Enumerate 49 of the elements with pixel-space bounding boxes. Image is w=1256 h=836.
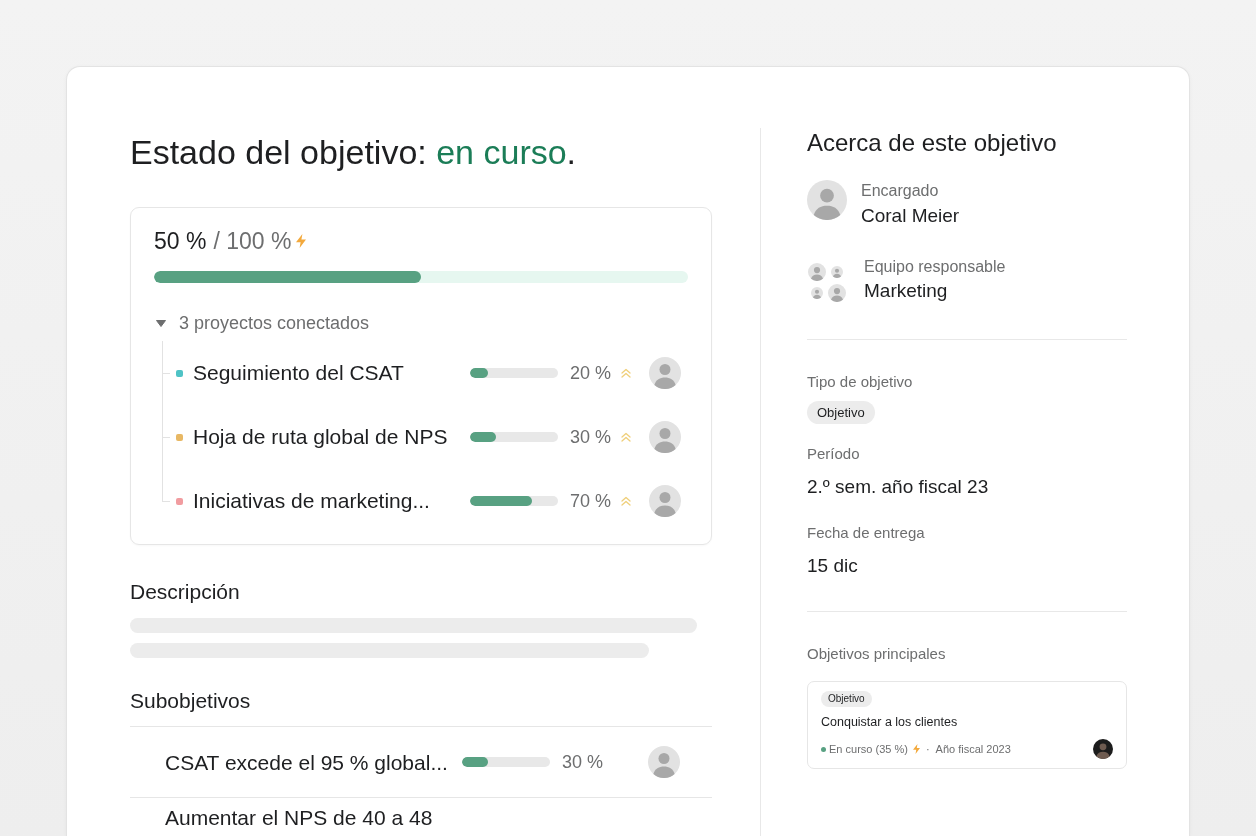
field-value: 15 dic xyxy=(807,554,858,578)
lightning-icon xyxy=(296,234,307,248)
goal-type-tag: Objetivo xyxy=(807,401,875,424)
status-dot-icon xyxy=(821,746,826,752)
field-label: Encargado xyxy=(861,181,939,201)
field-value: 2.º sem. año fiscal 23 xyxy=(807,475,989,499)
goal-period: Año fiscal 2023 xyxy=(935,742,1011,756)
avatar-icon xyxy=(649,357,681,389)
project-name[interactable]: Seguimiento del CSAT xyxy=(193,360,458,386)
project-name[interactable]: Hoja de ruta global de NPS xyxy=(193,424,458,450)
section-heading: Descripción xyxy=(130,580,240,604)
goal-status: En curso (35 %) xyxy=(829,742,908,756)
progress-percent: 30 % xyxy=(562,751,605,773)
progress-percent: 70 % xyxy=(570,490,613,512)
double-chevron-up-icon xyxy=(621,496,631,506)
field-label: Fecha de entrega xyxy=(807,524,925,542)
avatar-icon xyxy=(811,286,823,299)
panel-title: Acerca de este objetivo xyxy=(807,129,1057,157)
subgoal-name[interactable]: Aumentar el NPS de 40 a 48 xyxy=(165,806,433,829)
avatar-icon xyxy=(808,262,826,281)
parent-goal-name: Conquistar a los clientes xyxy=(821,714,958,731)
progress-percent: 20 % xyxy=(570,362,613,384)
double-chevron-up-icon xyxy=(621,368,631,378)
projects-toggle[interactable]: 3 proyectos conectados xyxy=(154,312,370,334)
field-label: Tipo de objetivo xyxy=(807,373,913,391)
avatar-icon xyxy=(648,746,680,778)
field-label: Período xyxy=(807,445,860,463)
page-title: Estado del objetivo: en curso. xyxy=(130,132,577,172)
section-label: Objetivos principales xyxy=(807,645,946,663)
progress-percent: 30 % xyxy=(570,426,613,448)
progress-target: / 100 % xyxy=(213,227,292,255)
field-label: Equipo responsable xyxy=(864,257,1006,277)
avatar-icon xyxy=(649,485,681,517)
goal-type-tag: Objetivo xyxy=(821,691,872,707)
avatar-icon xyxy=(831,265,843,278)
progress-value: 50 % xyxy=(154,227,207,255)
avatar-icon xyxy=(1093,739,1113,759)
avatar-icon xyxy=(807,180,847,220)
avatar-icon xyxy=(649,421,681,453)
parent-goal-card[interactable]: Objetivo Conquistar a los clientes En curso (35 %) · Año fiscal 2023 xyxy=(807,681,1127,769)
section-heading: Subobjetivos xyxy=(130,689,251,713)
separator: · xyxy=(925,742,930,756)
lightning-icon xyxy=(912,744,920,754)
subgoal-name[interactable]: CSAT excede el 95 % global... xyxy=(165,750,455,774)
project-name[interactable]: Iniciativas de marketing... xyxy=(193,488,458,514)
double-chevron-up-icon xyxy=(621,432,631,442)
avatar-icon xyxy=(828,283,846,302)
owner-name[interactable]: Coral Meier xyxy=(861,205,960,227)
team-name[interactable]: Marketing xyxy=(864,280,948,302)
